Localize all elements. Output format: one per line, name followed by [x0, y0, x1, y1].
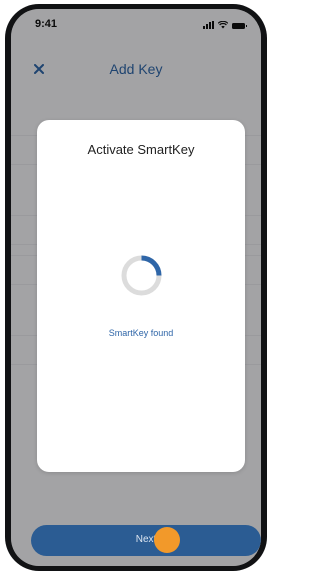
app-screen: 9:41 Add Key Activate SmartKey SmartKey … — [11, 9, 261, 566]
dialog-status-text: SmartKey found — [108, 328, 174, 338]
activation-dialog: Activate SmartKey SmartKey found — [37, 120, 245, 472]
phone-frame: 9:41 Add Key Activate SmartKey SmartKey … — [5, 4, 267, 571]
dialog-title: Activate SmartKey — [87, 142, 195, 157]
next-button-label: Next — [135, 534, 157, 545]
loading-spinner-icon — [121, 255, 162, 296]
touch-indicator — [154, 527, 180, 553]
next-button[interactable]: Next — [31, 525, 261, 556]
